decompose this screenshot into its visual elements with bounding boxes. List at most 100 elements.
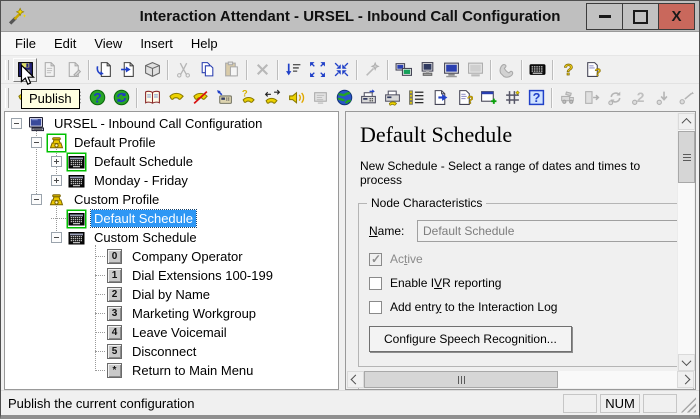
interaction-log-checkbox[interactable] <box>369 301 382 314</box>
terminal-button[interactable] <box>415 58 439 82</box>
fax-send-button[interactable] <box>356 86 380 110</box>
handset-button[interactable] <box>494 58 518 82</box>
menu-insert[interactable]: Insert <box>131 33 182 54</box>
remote-computer-button[interactable] <box>463 58 487 82</box>
scroll-right-button[interactable] <box>677 371 694 388</box>
tree-expand-icon[interactable] <box>51 175 62 186</box>
menu-entries-button[interactable] <box>404 86 428 110</box>
profile-phone-icon <box>48 192 65 208</box>
delete-button[interactable] <box>250 58 274 82</box>
announcement-button[interactable] <box>284 86 308 110</box>
validate-button[interactable] <box>360 58 384 82</box>
title-bar[interactable]: Interaction Attendant - URSEL - Inbound … <box>1 1 699 32</box>
export-node-button[interactable] <box>428 86 452 110</box>
cut-button[interactable] <box>171 58 195 82</box>
menu-file[interactable]: File <box>6 33 45 54</box>
overflow-button[interactable] <box>675 86 699 110</box>
tree-collapse-icon[interactable] <box>11 118 22 129</box>
active-row: Active <box>369 252 693 266</box>
close-button[interactable] <box>658 3 695 30</box>
tree-item-default-profile[interactable]: Default Profile <box>5 133 338 152</box>
workstation-button[interactable] <box>439 58 463 82</box>
tree-collapse-icon[interactable] <box>31 137 42 148</box>
active-checkbox[interactable] <box>369 253 382 266</box>
tree-collapse-icon[interactable] <box>31 194 42 205</box>
address-book-button[interactable] <box>140 86 164 110</box>
menu-edit[interactable]: Edit <box>45 33 85 54</box>
maximize-button[interactable] <box>622 3 659 30</box>
help-topic-button[interactable]: ? <box>580 58 604 82</box>
globe-sync-button[interactable] <box>109 86 133 110</box>
new-window-button[interactable] <box>476 86 500 110</box>
tree-item-company-operator[interactable]: 0Company Operator <box>5 247 338 266</box>
collapse-all-button[interactable] <box>329 58 353 82</box>
toolbar-separator <box>246 60 247 80</box>
export-configuration-button[interactable] <box>116 58 140 82</box>
internet-button[interactable] <box>332 86 356 110</box>
tree-item-custom-schedule[interactable]: Custom Schedule <box>5 228 338 247</box>
phone-transfer-button[interactable] <box>260 86 284 110</box>
tree-item-custom-profile[interactable]: Custom Profile <box>5 190 338 209</box>
sort-button[interactable] <box>281 58 305 82</box>
download-button[interactable] <box>651 86 675 110</box>
keypad-button[interactable] <box>525 58 549 82</box>
delivery-button[interactable] <box>555 86 579 110</box>
node-query-button[interactable]: ? <box>452 86 476 110</box>
expand-all-button[interactable] <box>305 58 329 82</box>
tree-item-ursel-inbound-call-configuration[interactable]: URSEL - Inbound Call Configuration <box>5 114 338 133</box>
scroll-left-button[interactable] <box>347 371 364 388</box>
phone-disconnect-button[interactable] <box>188 86 212 110</box>
menu-view[interactable]: View <box>85 33 131 54</box>
phone-operation-button[interactable] <box>164 86 188 110</box>
tree-item-dial-by-name[interactable]: 2Dial by Name <box>5 285 338 304</box>
resize-grip[interactable] <box>680 394 696 413</box>
toolbar-grip[interactable] <box>5 88 9 108</box>
fax-receive-button[interactable] <box>380 86 404 110</box>
minimize-button[interactable] <box>586 3 623 30</box>
vertical-scrollbar[interactable] <box>677 113 694 371</box>
ivr-reporting-checkbox[interactable] <box>369 277 382 290</box>
tree-item-dial-extensions-100-199[interactable]: 1Dial Extensions 100-199 <box>5 266 338 285</box>
tree-collapse-icon[interactable] <box>51 232 62 243</box>
redial-button[interactable]: 2 <box>627 86 651 110</box>
name-input[interactable] <box>417 220 679 242</box>
tree-item-default-schedule[interactable]: Default Schedule <box>5 209 338 228</box>
tree-item-disconnect[interactable]: 5Disconnect <box>5 342 338 361</box>
help-button[interactable]: ? <box>556 58 580 82</box>
import-configuration-button[interactable] <box>92 58 116 82</box>
detail-panel: Default Schedule New Schedule - Select a… <box>345 111 696 390</box>
tree-item-return-to-main-menu[interactable]: *Return to Main Menu <box>5 361 338 380</box>
view-page-button[interactable] <box>37 58 61 82</box>
status-cell <box>643 394 677 413</box>
menu-help[interactable]: Help <box>182 33 227 54</box>
package-button[interactable] <box>140 58 164 82</box>
network-computers-button[interactable] <box>391 58 415 82</box>
edit-page-button[interactable] <box>61 58 85 82</box>
speed-dial-button[interactable] <box>212 86 236 110</box>
logout-button[interactable] <box>579 86 603 110</box>
tree-item-marketing-workgroup[interactable]: 3Marketing Workgroup <box>5 304 338 323</box>
tree-item-default-schedule[interactable]: Default Schedule <box>5 152 338 171</box>
tree-connector <box>95 370 105 371</box>
screen-pop-button[interactable] <box>308 86 332 110</box>
chevron-down-icon <box>682 356 692 366</box>
phone-query-button[interactable]: ? <box>236 86 260 110</box>
globe-question-button[interactable]: ? <box>85 86 109 110</box>
dtmf-button[interactable] <box>500 86 524 110</box>
horizontal-scroll-thumb[interactable] <box>364 371 558 388</box>
help-box-button[interactable]: ? <box>524 86 548 110</box>
tree-item-leave-voicemail[interactable]: 4Leave Voicemail <box>5 323 338 342</box>
paste-button[interactable] <box>219 58 243 82</box>
vertical-scroll-thumb[interactable] <box>678 131 695 183</box>
copy-button[interactable] <box>195 58 219 82</box>
scroll-down-button[interactable] <box>678 354 695 371</box>
tree-expand-icon[interactable] <box>51 156 62 167</box>
refresh-button[interactable] <box>603 86 627 110</box>
scroll-up-button[interactable] <box>678 113 695 130</box>
toolbar-grip[interactable] <box>5 60 9 80</box>
configure-speech-recognition-button[interactable]: Configure Speech Recognition... <box>369 326 572 352</box>
tree-item-label: Dial by Name <box>129 286 213 303</box>
tree-item-monday-friday[interactable]: Monday - Friday <box>5 171 338 190</box>
horizontal-scrollbar[interactable] <box>347 371 694 388</box>
detail-subtitle: New Schedule - Select a range of dates a… <box>360 159 681 187</box>
